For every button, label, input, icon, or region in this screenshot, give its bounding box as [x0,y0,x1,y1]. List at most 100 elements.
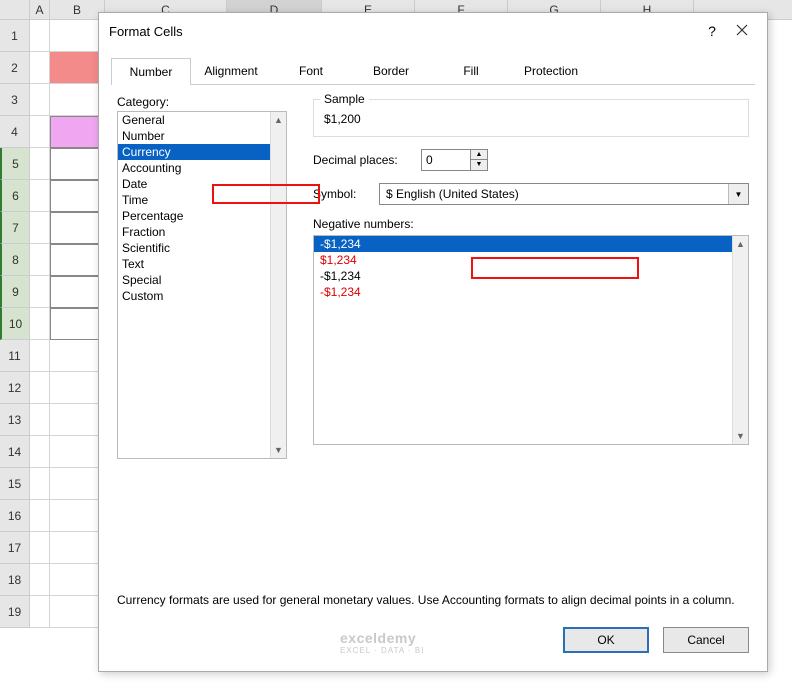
decimal-spinner[interactable]: ▲ ▼ [421,149,488,171]
cell-B12[interactable] [50,372,105,404]
row-header-12[interactable]: 12 [0,372,30,404]
cell-B10[interactable] [50,308,105,340]
cell-A5[interactable] [30,148,50,180]
category-item-accounting[interactable]: Accounting [118,160,286,176]
category-item-scientific[interactable]: Scientific [118,240,286,256]
category-item-general[interactable]: General [118,112,286,128]
row-header-10[interactable]: 10 [0,308,30,340]
cell-A13[interactable] [30,404,50,436]
decimal-input[interactable] [422,150,470,170]
scroll-up-icon[interactable]: ▲ [733,236,748,252]
negative-numbers-listbox[interactable]: -$1,234$1,234-$1,234-$1,234 ▲ ▼ [313,235,749,445]
cell-B14[interactable] [50,436,105,468]
cell-B15[interactable] [50,468,105,500]
cell-B6[interactable] [50,180,105,212]
tab-number[interactable]: Number [111,58,191,85]
cell-A15[interactable] [30,468,50,500]
cell-B17[interactable] [50,532,105,564]
tab-border[interactable]: Border [351,57,431,84]
tab-font[interactable]: Font [271,57,351,84]
negative-item-3[interactable]: -$1,234 [314,284,748,300]
cell-A14[interactable] [30,436,50,468]
category-item-percentage[interactable]: Percentage [118,208,286,224]
cell-B7[interactable] [50,212,105,244]
scroll-down-icon[interactable]: ▼ [733,428,748,444]
cell-B18[interactable] [50,564,105,596]
row-header-18[interactable]: 18 [0,564,30,596]
cell-B2[interactable] [50,52,105,84]
negative-scrollbar[interactable]: ▲ ▼ [732,236,748,444]
spinner-down-icon[interactable]: ▼ [471,160,487,170]
category-item-special[interactable]: Special [118,272,286,288]
row-header-15[interactable]: 15 [0,468,30,500]
row-header-14[interactable]: 14 [0,436,30,468]
col-header-A[interactable]: A [30,0,50,19]
row-header-17[interactable]: 17 [0,532,30,564]
negative-item-1[interactable]: $1,234 [314,252,748,268]
scroll-up-icon[interactable]: ▲ [271,112,286,128]
cell-B11[interactable] [50,340,105,372]
cell-B4[interactable] [50,116,105,148]
cell-A17[interactable] [30,532,50,564]
cell-A1[interactable] [30,20,50,52]
cell-A6[interactable] [30,180,50,212]
row-header-8[interactable]: 8 [0,244,30,276]
tab-alignment[interactable]: Alignment [191,57,271,84]
cell-A12[interactable] [30,372,50,404]
row-header-9[interactable]: 9 [0,276,30,308]
col-header-B[interactable]: B [50,0,105,19]
row-header-11[interactable]: 11 [0,340,30,372]
close-button[interactable] [727,23,757,39]
cell-A7[interactable] [30,212,50,244]
cell-A9[interactable] [30,276,50,308]
negative-item-0[interactable]: -$1,234 [314,236,748,252]
row-header-4[interactable]: 4 [0,116,30,148]
tab-fill[interactable]: Fill [431,57,511,84]
row-header-5[interactable]: 5 [0,148,30,180]
row-header-6[interactable]: 6 [0,180,30,212]
row-header-16[interactable]: 16 [0,500,30,532]
cell-A2[interactable] [30,52,50,84]
spinner-up-icon[interactable]: ▲ [471,150,487,160]
cell-A8[interactable] [30,244,50,276]
cell-B8[interactable] [50,244,105,276]
cell-A16[interactable] [30,500,50,532]
symbol-combo[interactable]: $ English (United States) ▼ [379,183,749,205]
tab-protection[interactable]: Protection [511,57,591,84]
cancel-button[interactable]: Cancel [663,627,749,653]
cell-B1[interactable] [50,20,105,52]
category-item-number[interactable]: Number [118,128,286,144]
scroll-down-icon[interactable]: ▼ [271,442,286,458]
row-header-13[interactable]: 13 [0,404,30,436]
cell-B13[interactable] [50,404,105,436]
category-item-fraction[interactable]: Fraction [118,224,286,240]
cell-B9[interactable] [50,276,105,308]
category-item-custom[interactable]: Custom [118,288,286,304]
cell-A18[interactable] [30,564,50,596]
row-header-1[interactable]: 1 [0,20,30,52]
cell-A10[interactable] [30,308,50,340]
cell-A3[interactable] [30,84,50,116]
cell-B3[interactable] [50,84,105,116]
chevron-down-icon[interactable]: ▼ [728,184,748,204]
cell-B16[interactable] [50,500,105,532]
cell-B19[interactable] [50,596,105,628]
category-item-text[interactable]: Text [118,256,286,272]
category-scrollbar[interactable]: ▲ ▼ [270,112,286,458]
cell-A19[interactable] [30,596,50,628]
ok-button[interactable]: OK [563,627,649,653]
row-header-2[interactable]: 2 [0,52,30,84]
negative-item-2[interactable]: -$1,234 [314,268,748,284]
category-item-currency[interactable]: Currency [118,144,286,160]
cell-A4[interactable] [30,116,50,148]
category-item-time[interactable]: Time [118,192,286,208]
cell-B5[interactable] [50,148,105,180]
help-button[interactable]: ? [697,23,727,39]
category-listbox[interactable]: GeneralNumberCurrencyAccountingDateTimeP… [117,111,287,459]
row-header-7[interactable]: 7 [0,212,30,244]
cell-A11[interactable] [30,340,50,372]
select-all-corner[interactable] [0,0,30,19]
row-header-19[interactable]: 19 [0,596,30,628]
row-header-3[interactable]: 3 [0,84,30,116]
category-item-date[interactable]: Date [118,176,286,192]
